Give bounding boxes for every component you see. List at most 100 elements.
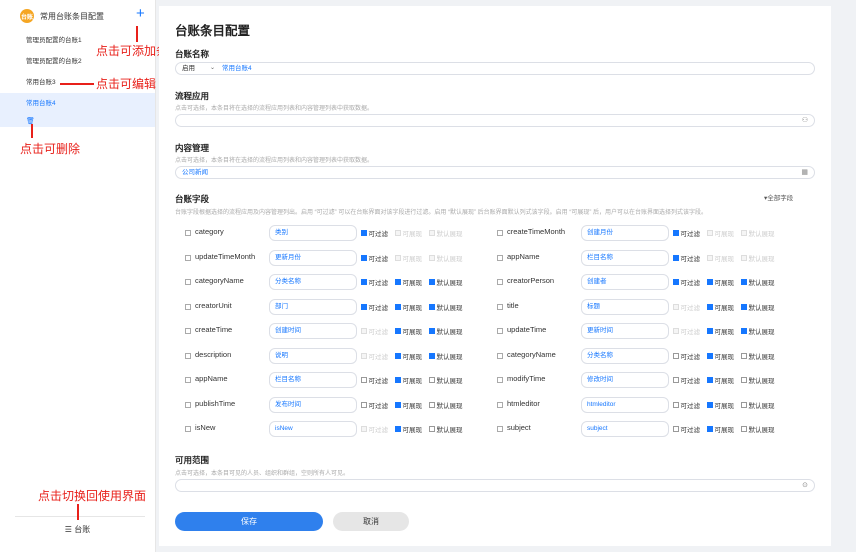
checkbox-icon [673, 254, 679, 261]
option-show[interactable]: 可展现 [707, 375, 734, 385]
field-display-name-input[interactable]: 创建月份 [581, 225, 669, 241]
field-drag-handle[interactable] [497, 328, 503, 334]
option-show[interactable]: 可展现 [395, 424, 422, 434]
add-item-icon[interactable]: + [136, 6, 145, 21]
field-display-name-input[interactable]: 栏目名称 [581, 249, 669, 266]
field-display-name-input[interactable]: 栏目名称 [269, 372, 357, 388]
option-filter[interactable]: 可过滤 [361, 375, 388, 385]
option-default[interactable]: 默认展现 [741, 424, 775, 434]
option-show[interactable]: 可展现 [707, 326, 734, 336]
option-filter: 可过滤 [673, 302, 700, 312]
content-picker-icon[interactable]: ▦ [801, 167, 808, 178]
field-drag-handle[interactable] [185, 254, 191, 261]
field-display-name-input[interactable]: 类别 [269, 225, 357, 241]
option-default[interactable]: 默认展现 [741, 400, 775, 410]
option-filter[interactable]: 可过滤 [673, 400, 700, 410]
scope-picker-icon[interactable]: ⊙ [802, 480, 808, 491]
option-default[interactable]: 默认展现 [429, 302, 463, 312]
field-display-name-input[interactable]: 发布时间 [269, 396, 357, 413]
field-drag-handle[interactable] [185, 426, 191, 432]
switch-view-button[interactable]: ☰ 台账 [0, 524, 155, 535]
field-drag-handle[interactable] [185, 303, 191, 310]
field-display-name-input[interactable]: 分类名称 [581, 347, 669, 364]
option-default[interactable]: 默认展现 [429, 375, 463, 385]
field-drag-handle[interactable] [185, 279, 191, 285]
option-default[interactable]: 默认展现 [741, 351, 775, 361]
option-default[interactable]: 默认展现 [429, 400, 463, 410]
option-show[interactable]: 可展现 [707, 424, 734, 434]
status-select[interactable]: 启用 [182, 63, 195, 74]
field-drag-handle[interactable] [497, 377, 503, 383]
option-filter[interactable]: 可过滤 [361, 277, 388, 287]
process-app-field[interactable]: ⚇ [175, 114, 815, 127]
field-drag-handle[interactable] [497, 401, 503, 408]
option-show[interactable]: 可展现 [395, 375, 422, 385]
option-show[interactable]: 可展现 [707, 351, 734, 361]
option-default[interactable]: 默认展现 [741, 326, 775, 336]
option-label: 可展现 [714, 378, 735, 385]
ledger-name-field[interactable]: 启用 ⌄ 常用台账4 [175, 62, 815, 75]
option-filter[interactable]: 可过滤 [673, 228, 700, 238]
field-display-name-input[interactable]: 创建时间 [269, 323, 357, 339]
cancel-button[interactable]: 取消 [333, 512, 409, 531]
all-fields-toggle[interactable]: ▾全部字段 [764, 192, 793, 202]
option-filter[interactable]: 可过滤 [673, 351, 700, 361]
option-default[interactable]: 默认展现 [741, 375, 775, 385]
option-filter[interactable]: 可过滤 [361, 253, 388, 263]
option-label: 可展现 [402, 329, 423, 336]
field-drag-handle[interactable] [185, 328, 191, 334]
option-filter[interactable]: 可过滤 [673, 277, 700, 287]
field-drag-handle[interactable] [185, 352, 191, 359]
option-filter[interactable]: 可过滤 [673, 424, 700, 434]
option-show: 可展现 [395, 228, 422, 238]
option-label: 可展现 [402, 353, 423, 361]
field-display-name-input[interactable]: 更新月份 [269, 249, 357, 266]
field-drag-handle[interactable] [497, 352, 503, 359]
option-default[interactable]: 默认展现 [741, 277, 775, 287]
field-drag-handle[interactable] [185, 230, 191, 236]
option-default[interactable]: 默认展现 [741, 302, 775, 312]
field-display-name-input[interactable]: 部门 [269, 298, 357, 315]
sidebar-item-4[interactable]: 常用台账4 🗑 [0, 93, 155, 127]
option-show[interactable]: 可展现 [707, 277, 734, 287]
field-display-name-input[interactable]: 分类名称 [269, 274, 357, 290]
field-drag-handle[interactable] [497, 254, 503, 261]
option-show[interactable]: 可展现 [395, 351, 422, 361]
option-show[interactable]: 可展现 [395, 277, 422, 287]
field-drag-handle[interactable] [497, 279, 503, 285]
field-drag-handle[interactable] [185, 377, 191, 383]
field-drag-handle[interactable] [497, 230, 503, 236]
option-show[interactable]: 可展现 [395, 400, 422, 410]
option-default[interactable]: 默认展现 [429, 424, 463, 434]
process-picker-icon[interactable]: ⚇ [802, 115, 808, 126]
option-filter[interactable]: 可过滤 [673, 253, 700, 263]
option-show[interactable]: 可展现 [395, 302, 422, 312]
field-display-name-input[interactable]: htmleditor [581, 396, 669, 413]
option-show[interactable]: 可展现 [707, 400, 734, 410]
option-filter[interactable]: 可过滤 [361, 228, 388, 238]
option-filter[interactable]: 可过滤 [361, 302, 388, 312]
ledger-name-input[interactable]: 常用台账4 [222, 63, 252, 74]
field-display-name-input[interactable]: 说明 [269, 347, 357, 364]
scope-field[interactable]: ⊙ [175, 479, 815, 492]
field-display-name-input[interactable]: 修改时间 [581, 372, 669, 388]
field-display-name-input[interactable]: 更新时间 [581, 323, 669, 339]
field-display-name-input[interactable]: 标题 [581, 298, 669, 315]
content-manage-field[interactable]: 公司新闻 ▦ [175, 166, 815, 179]
option-default[interactable]: 默认展现 [429, 277, 463, 287]
option-default[interactable]: 默认展现 [429, 326, 463, 336]
option-label: 默认展现 [436, 304, 463, 312]
checkbox-icon [707, 230, 713, 236]
option-show[interactable]: 可展现 [707, 302, 734, 312]
option-filter[interactable]: 可过滤 [673, 375, 700, 385]
save-button[interactable]: 保存 [175, 512, 323, 531]
option-show[interactable]: 可展现 [395, 326, 422, 336]
option-filter[interactable]: 可过滤 [361, 400, 388, 410]
field-drag-handle[interactable] [497, 303, 503, 310]
field-drag-handle[interactable] [185, 401, 191, 408]
option-default[interactable]: 默认展现 [429, 351, 463, 361]
field-display-name-input[interactable]: isNew [269, 421, 357, 437]
field-drag-handle[interactable] [497, 426, 503, 432]
field-display-name-input[interactable]: subject [581, 421, 669, 437]
field-display-name-input[interactable]: 创建者 [581, 274, 669, 290]
